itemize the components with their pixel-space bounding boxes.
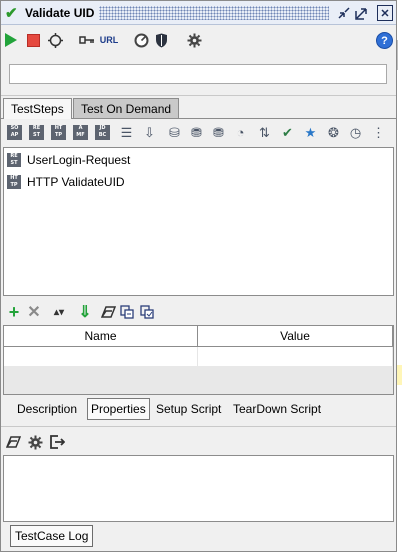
tab-teardown-script[interactable]: TearDown Script — [230, 398, 324, 420]
soap-request-icon[interactable]: SO AP — [7, 125, 22, 140]
security-icon[interactable] — [154, 32, 168, 48]
rest-step-icon: RE ST — [7, 153, 21, 167]
save-icon[interactable] — [140, 304, 154, 320]
assertion-icon[interactable]: ✔ — [280, 125, 295, 140]
run-icon[interactable] — [4, 32, 18, 48]
minimize-icon[interactable] — [335, 5, 351, 21]
move-down-icon[interactable]: ⇓ — [78, 304, 91, 321]
script-icon[interactable]: ⋮ — [371, 125, 386, 140]
loop-icon[interactable] — [47, 32, 63, 48]
clock-icon[interactable]: ◷ — [348, 125, 363, 140]
http-request-icon[interactable]: HT TP — [51, 125, 66, 140]
property-transfer-icon[interactable]: ⇩ — [142, 125, 157, 140]
properties-step-icon[interactable]: ☰ — [119, 125, 134, 140]
testcase-window: ✔ Validate UID ✕ URL ? TestSteps Test On… — [0, 0, 397, 552]
amf-request-icon[interactable]: A MF — [73, 125, 88, 140]
column-header-value[interactable]: Value — [198, 326, 393, 347]
tab-setup-script[interactable]: Setup Script — [153, 398, 224, 420]
http-step-icon: HT TP — [7, 175, 21, 189]
export-log-icon[interactable] — [49, 434, 65, 450]
load-icon[interactable] — [120, 304, 134, 320]
main-toolbar: URL ? — [1, 27, 396, 53]
divider — [1, 426, 396, 427]
star-icon[interactable]: ★ — [303, 125, 318, 140]
log-settings-icon[interactable] — [27, 434, 43, 450]
mock-response-icon[interactable]: ⛃ — [189, 125, 204, 140]
coverage-icon[interactable] — [133, 32, 149, 48]
column-header-name[interactable]: Name — [4, 326, 198, 347]
manual-step-icon[interactable]: ⇅ — [257, 125, 272, 140]
tab-description[interactable]: Description — [14, 398, 80, 420]
stop-icon[interactable] — [26, 32, 40, 48]
title-drag-handle[interactable] — [99, 6, 329, 20]
log-area[interactable] — [3, 455, 394, 522]
settings-icon[interactable] — [186, 32, 202, 48]
title-bar[interactable]: ✔ Validate UID ✕ — [1, 1, 396, 25]
rest-request-icon[interactable]: RE ST — [29, 125, 44, 140]
search-input[interactable] — [9, 64, 387, 84]
clear-icon[interactable] — [100, 304, 116, 320]
add-icon[interactable]: + — [7, 302, 21, 322]
empty-name-cell[interactable] — [4, 347, 198, 366]
clear-log-icon[interactable] — [5, 434, 21, 450]
list-item[interactable]: RE ST UserLogin-Request — [7, 151, 130, 169]
background-panel-edge — [397, 0, 402, 552]
help-icon[interactable]: ? — [376, 32, 393, 49]
tab-teststeps[interactable]: TestSteps — [3, 98, 72, 119]
window-title: Validate UID — [25, 5, 95, 20]
tab-testcase-log[interactable]: TestCase Log — [10, 525, 94, 547]
tab-test-on-demand[interactable]: Test On Demand — [73, 98, 180, 118]
check-icon: ✔ — [5, 4, 18, 22]
run-testcase-icon[interactable]: ◔ — [233, 125, 248, 140]
jdbc-request-icon[interactable]: JD BC — [95, 125, 110, 140]
delay-step-icon[interactable]: ⛃ — [211, 125, 226, 140]
move-up-down-icon[interactable]: ▴▾ — [47, 304, 71, 320]
properties-table[interactable]: Name Value — [3, 325, 394, 395]
remove-icon[interactable]: ✕ — [27, 304, 41, 321]
maximize-icon[interactable] — [353, 5, 369, 21]
url-icon[interactable]: URL — [100, 32, 119, 48]
step-label: UserLogin-Request — [27, 153, 131, 167]
step-label: HTTP ValidateUID — [27, 175, 125, 189]
tab-properties[interactable]: Properties — [87, 398, 150, 420]
empty-value-cell[interactable] — [198, 347, 393, 366]
divider — [1, 95, 396, 96]
teststep-list[interactable]: RE ST UserLogin-Request HT TP HTTP Validat… — [3, 147, 394, 296]
credentials-icon[interactable] — [79, 32, 95, 48]
conditional-goto-icon[interactable]: ⛁ — [167, 125, 182, 140]
close-icon[interactable]: ✕ — [377, 5, 393, 21]
load-icon[interactable]: ❂ — [326, 125, 341, 140]
list-item[interactable]: HT TP HTTP ValidateUID — [7, 173, 125, 191]
